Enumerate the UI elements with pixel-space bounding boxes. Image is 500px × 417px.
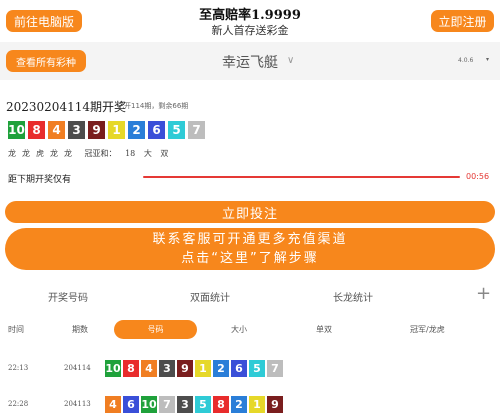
number-ball: 6 xyxy=(148,121,165,139)
number-ball: 2 xyxy=(213,360,229,377)
countdown-label: 距下期开奖仅有 xyxy=(8,175,72,185)
number-ball: 1 xyxy=(249,396,265,413)
dragon-tiger-3: 虎 xyxy=(36,149,44,158)
bet-now-button[interactable]: 立即投注 xyxy=(5,201,495,223)
number-ball: 4 xyxy=(105,396,121,413)
history-row-numbers: 10 8 4 3 9 1 2 6 5 7 xyxy=(105,360,283,377)
number-ball: 3 xyxy=(159,360,175,377)
number-ball: 8 xyxy=(123,360,139,377)
issue-title: 20230204114期开奖 xyxy=(6,100,126,114)
dragon-tiger-5: 龙 xyxy=(64,149,72,158)
bonus-subtitle: 新人首存送彩金 xyxy=(211,24,289,37)
number-ball: 10 xyxy=(8,121,25,139)
dragon-tiger-1: 龙 xyxy=(8,149,16,158)
contact-service-button[interactable]: 联系客服可开通更多充值渠道 点击“这里”了解步骤 xyxy=(5,228,495,270)
number-ball: 5 xyxy=(168,121,185,139)
number-ball: 6 xyxy=(123,396,139,413)
game-name[interactable]: 幸运飞艇 xyxy=(200,52,300,72)
history-column-headers: 时间 期数 号码 大小 单双 冠军/龙虎 xyxy=(0,319,500,341)
number-ball: 3 xyxy=(177,396,193,413)
sum-value: 18 xyxy=(125,149,136,158)
issue-progress-note: 已开114期，剩余66期 xyxy=(117,102,189,110)
small-version-label: 4.0.6 xyxy=(458,57,474,64)
col-champion-toggle[interactable]: 冠军/龙虎 xyxy=(410,324,445,335)
history-row-numbers: 4 6 10 7 3 5 8 2 1 9 xyxy=(105,396,283,413)
number-ball: 9 xyxy=(88,121,105,139)
dragon-tiger-2: 龙 xyxy=(22,149,30,158)
sum-parity: 双 xyxy=(160,149,169,158)
number-ball: 5 xyxy=(195,396,211,413)
number-ball: 6 xyxy=(231,360,247,377)
all-lotteries-button[interactable]: 查看所有彩种 xyxy=(6,50,86,72)
history-row-time: 22:13 xyxy=(8,364,29,372)
chevron-down-icon[interactable]: ∨ xyxy=(287,55,294,66)
number-ball: 7 xyxy=(188,121,205,139)
plus-icon[interactable]: + xyxy=(476,283,491,304)
service-line-1: 联系客服可开通更多充值渠道 xyxy=(152,232,348,247)
number-ball: 10 xyxy=(141,396,157,413)
stats-tabs: 开奖号码 双面统计 长龙统计 + xyxy=(0,283,500,311)
col-time: 时间 xyxy=(8,325,24,334)
number-ball: 10 xyxy=(105,360,121,377)
number-ball: 1 xyxy=(108,121,125,139)
number-ball: 4 xyxy=(48,121,65,139)
history-row-issue: 204114 xyxy=(64,364,91,372)
number-ball: 9 xyxy=(177,360,193,377)
number-ball: 5 xyxy=(249,360,265,377)
countdown-time: 00:56 xyxy=(466,172,490,181)
sum-label: 冠亚和： xyxy=(84,149,117,158)
dragon-tiger-4: 龙 xyxy=(50,149,58,158)
register-button[interactable]: 立即注册 xyxy=(431,10,494,32)
countdown-progress-bar xyxy=(143,176,460,178)
number-ball: 7 xyxy=(159,396,175,413)
sum-size: 大 xyxy=(143,149,152,158)
col-parity-toggle[interactable]: 单双 xyxy=(316,324,332,335)
col-issue: 期数 xyxy=(72,325,88,334)
number-ball: 2 xyxy=(231,396,247,413)
history-row-issue: 204113 xyxy=(64,400,91,408)
number-ball: 8 xyxy=(213,396,229,413)
small-chevron-down-icon[interactable]: ▾ xyxy=(486,56,489,63)
history-row-time: 22:28 xyxy=(8,400,29,408)
tab-streak-stats[interactable]: 长龙统计 xyxy=(333,289,373,304)
number-ball: 4 xyxy=(141,360,157,377)
col-size-toggle[interactable]: 大小 xyxy=(231,324,247,335)
number-ball: 8 xyxy=(28,121,45,139)
col-numbers-toggle[interactable]: 号码 xyxy=(114,320,197,339)
draw-stats: 龙龙虎龙龙 冠亚和： 18 大 双 xyxy=(8,148,174,159)
number-ball: 7 xyxy=(267,360,283,377)
tab-two-sided-stats[interactable]: 双面统计 xyxy=(190,289,230,304)
service-line-2: 点击“这里”了解步骤 xyxy=(181,251,319,266)
number-ball: 2 xyxy=(128,121,145,139)
tab-draw-numbers[interactable]: 开奖号码 xyxy=(48,289,88,304)
current-draw-numbers: 10 8 4 3 9 1 2 6 5 7 xyxy=(8,121,205,139)
number-ball: 9 xyxy=(267,396,283,413)
number-ball: 1 xyxy=(195,360,211,377)
desktop-version-button[interactable]: 前往电脑版 xyxy=(6,10,82,32)
odds-title: 至高赔率1.9999 xyxy=(199,8,301,23)
number-ball: 3 xyxy=(68,121,85,139)
